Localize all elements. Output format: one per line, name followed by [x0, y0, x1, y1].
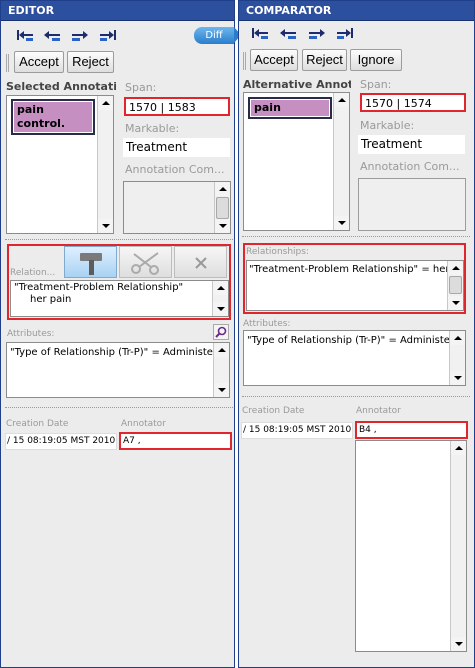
toolbar-grip: [243, 52, 246, 70]
annotation-comment-label: Annotation Com...: [125, 163, 225, 176]
previous-annotation-icon[interactable]: [279, 26, 297, 40]
attributes-label: Attributes:: [7, 329, 55, 339]
annotator-scrollbar[interactable]: [450, 441, 466, 651]
attribute-search-icon[interactable]: [213, 324, 229, 340]
annotation-comment-box[interactable]: [123, 181, 231, 234]
relationship-text: "Treatment-Problem Relationship" = her p…: [249, 264, 448, 275]
editor-title: EDITOR: [1, 1, 234, 21]
attributes-scrollbar[interactable]: [213, 343, 229, 397]
relationship-scrollbar[interactable]: [447, 261, 463, 310]
reject-button[interactable]: Reject: [67, 51, 114, 73]
attribute-text: "Type of Relationship (Tr-P)" = Administ…: [247, 335, 449, 346]
comment-scrollbar[interactable]: [214, 182, 230, 233]
annotation-item[interactable]: pain control.: [11, 99, 95, 135]
list-scrollbar[interactable]: [333, 93, 349, 230]
relationship-list[interactable]: "Treatment-Problem Relationship" her pai…: [10, 280, 229, 317]
list-scrollbar[interactable]: [97, 96, 113, 233]
span-field[interactable]: 1570 | 1583: [124, 97, 230, 116]
relation-label: Relation...: [10, 268, 56, 278]
markable-field[interactable]: Treatment: [358, 135, 465, 154]
markable-label: Markable:: [360, 119, 415, 132]
next-annotation-icon[interactable]: [308, 26, 326, 40]
comparator-panel: COMPARATOR Accept Reject Ignore Alternat…: [238, 0, 475, 668]
relationship-scrollbar[interactable]: [212, 281, 228, 316]
annotator-field[interactable]: A7 ,: [119, 432, 232, 450]
diff-button[interactable]: Diff: [194, 27, 241, 44]
relationship-target: her pain: [30, 294, 72, 305]
alternative-annotation-label: Alternative Annotat: [243, 78, 351, 91]
annotator-list[interactable]: [355, 440, 467, 652]
last-annotation-icon[interactable]: [336, 26, 354, 40]
accept-button[interactable]: Accept: [14, 51, 64, 73]
creation-date-field: / 15 08:19:05 MST 2010: [241, 422, 353, 439]
hammer-icon[interactable]: [64, 246, 117, 278]
last-annotation-icon[interactable]: [99, 28, 117, 42]
toolbar-grip: [6, 54, 9, 72]
annotation-comment-label: Annotation Com...: [360, 160, 460, 173]
creation-date-field: / 15 08:19:05 MST 2010: [5, 433, 117, 450]
attributes-label: Attributes:: [243, 319, 291, 329]
delete-icon[interactable]: [174, 246, 227, 278]
attributes-scrollbar[interactable]: [449, 331, 465, 385]
editor-panel: EDITOR Diff Accept Reject Selected Annot…: [0, 0, 241, 668]
next-annotation-icon[interactable]: [71, 28, 89, 42]
annotator-label: Annotator: [356, 406, 401, 416]
span-label: Span:: [360, 78, 392, 91]
reject-button[interactable]: Reject: [302, 49, 347, 71]
span-field[interactable]: 1570 | 1574: [360, 93, 466, 112]
markable-field[interactable]: Treatment: [123, 138, 230, 157]
relationship-text: "Treatment-Problem Relationship": [14, 282, 184, 293]
creation-date-label: Creation Date: [6, 419, 69, 429]
annotator-field[interactable]: B4 ,: [355, 421, 468, 439]
span-label: Span:: [125, 81, 157, 94]
relationships-label: Relationships:: [246, 247, 309, 257]
previous-annotation-icon[interactable]: [43, 28, 61, 42]
attribute-text: "Type of Relationship (Tr-P)" = Administ…: [10, 347, 213, 358]
comparator-title: COMPARATOR: [239, 1, 474, 21]
accept-button[interactable]: Accept: [250, 49, 298, 71]
alternative-annotation-list[interactable]: pain: [243, 92, 350, 231]
relationship-list[interactable]: "Treatment-Problem Relationship" = her p…: [246, 260, 464, 311]
attributes-list[interactable]: "Type of Relationship (Tr-P)" = Administ…: [243, 330, 466, 386]
attributes-list[interactable]: "Type of Relationship (Tr-P)" = Administ…: [6, 342, 230, 398]
markable-label: Markable:: [125, 122, 180, 135]
annotation-comment-box[interactable]: [358, 178, 466, 231]
annotation-item[interactable]: pain: [248, 97, 332, 119]
creation-date-label: Creation Date: [242, 406, 305, 416]
first-annotation-icon[interactable]: [16, 28, 34, 42]
selected-annotation-label: Selected Annotatio: [6, 80, 116, 93]
first-annotation-icon[interactable]: [251, 26, 269, 40]
selected-annotation-list[interactable]: pain control.: [6, 95, 114, 234]
ignore-button[interactable]: Ignore: [350, 49, 402, 71]
annotator-label: Annotator: [121, 419, 166, 429]
scissors-icon[interactable]: [119, 246, 172, 278]
